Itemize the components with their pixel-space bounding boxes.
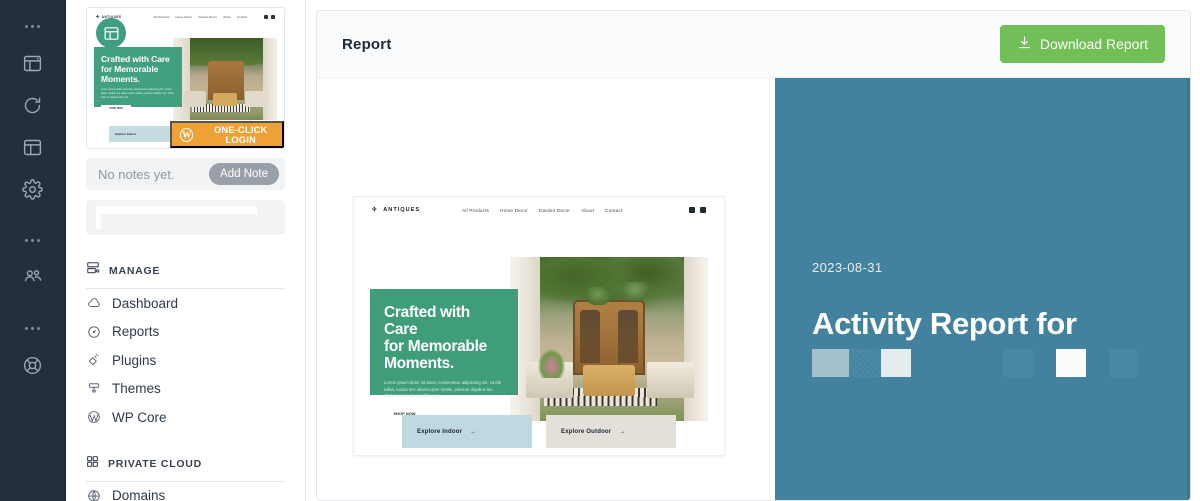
site-sidebar: ✣ ANTIQUES All Products Home Decor Garden… bbox=[66, 0, 306, 501]
thumb-nav-item: Garden Decor bbox=[198, 14, 218, 19]
thumb-nav-icons bbox=[264, 14, 275, 19]
wordpress-icon: W bbox=[180, 127, 194, 142]
globe-icon bbox=[86, 489, 101, 501]
sidebar-item-domains[interactable]: Domains bbox=[86, 482, 285, 501]
section-label-private-cloud: PRIVATE CLOUD bbox=[108, 457, 202, 470]
report-date: 2023-08-31 bbox=[812, 260, 883, 275]
screenshot-nav-links: All Products Home Decor Garden Decor Abo… bbox=[462, 208, 622, 213]
download-icon bbox=[1017, 35, 1032, 53]
notes-bar: No notes yet. Add Note bbox=[86, 158, 285, 190]
redacted-block bbox=[812, 349, 849, 377]
add-note-button[interactable]: Add Note bbox=[209, 163, 279, 185]
screenshot-paragraph: Lorem ipsum dolor sit amet, consectetur … bbox=[384, 380, 501, 399]
screenshot-nav-item: All Products bbox=[462, 207, 490, 213]
activity-report-cover: 2023-08-31 Activity Report for bbox=[775, 78, 1190, 500]
sidebar-item-reports[interactable]: Reports bbox=[86, 318, 285, 347]
report-title: Activity Report for bbox=[812, 306, 1077, 341]
redacted-block bbox=[881, 349, 911, 377]
notes-empty-text: No notes yet. bbox=[98, 166, 175, 182]
sidebar-item-label: Dashboard bbox=[112, 295, 179, 311]
screenshot-tile-indoor: Explore Indoor → bbox=[402, 415, 532, 448]
sync-icon[interactable] bbox=[11, 84, 55, 126]
grid-icon bbox=[86, 455, 99, 473]
sidebar-item-dashboard[interactable]: Dashboard bbox=[86, 289, 285, 318]
cloud-icon bbox=[86, 296, 101, 310]
report-redacted-name bbox=[812, 349, 1187, 377]
loading-placeholder bbox=[86, 200, 285, 235]
thumb-nav-item: Contact bbox=[236, 14, 248, 19]
thumb-paragraph: Lorem ipsum dolor sit amet, consectetur … bbox=[101, 88, 174, 99]
redacted-block bbox=[1109, 349, 1137, 377]
main-area: Report Download Report ✣ ANTIQUES All Pr… bbox=[306, 0, 1200, 501]
plug-icon bbox=[86, 353, 101, 367]
layout-icon[interactable] bbox=[11, 126, 55, 168]
rail-dots-bottom bbox=[0, 312, 65, 344]
gear-icon[interactable] bbox=[11, 168, 55, 210]
server-list-icon bbox=[86, 261, 100, 280]
screenshot-nav-item: About bbox=[581, 207, 595, 213]
page-title: Report bbox=[342, 35, 392, 53]
users-icon[interactable] bbox=[11, 256, 55, 298]
screenshot-hero: Crafted with Care for Memorable Moments.… bbox=[354, 223, 724, 421]
report-body: ✣ ANTIQUES All Products Home Decor Garde… bbox=[317, 78, 1190, 500]
thumb-nav-item: About bbox=[223, 14, 231, 19]
one-click-login-label: ONE-CLICK LOGIN bbox=[213, 124, 268, 145]
section-label-manage: MANAGE bbox=[109, 264, 161, 277]
screenshot-nav: ✣ ANTIQUES All Products Home Decor Garde… bbox=[354, 197, 724, 223]
sidebar-item-label: WP Core bbox=[112, 409, 167, 425]
screenshot-tile-outdoor: Explore Outdoor → bbox=[546, 415, 676, 448]
app-root: ✣ ANTIQUES All Products Home Decor Garden… bbox=[0, 0, 1200, 501]
thumb-nav-item: Home Decor bbox=[175, 14, 193, 19]
rail-dots-top bbox=[0, 10, 65, 42]
sidebar-item-label: Plugins bbox=[112, 352, 157, 368]
redacted-block bbox=[849, 349, 881, 377]
thumb-hero-photo bbox=[173, 38, 277, 120]
section-header-private-cloud: PRIVATE CLOUD bbox=[86, 455, 285, 482]
redacted-block bbox=[1003, 349, 1033, 377]
paint-roller-icon bbox=[86, 382, 101, 396]
screenshot-nav-item: Home Decor bbox=[500, 207, 528, 213]
thumb-hero-text: Crafted with Care for Memorable Moments.… bbox=[94, 47, 182, 112]
thumb-nav-links: All Products Home Decor Garden Decor Abo… bbox=[153, 15, 247, 19]
section-header-manage: MANAGE bbox=[86, 261, 285, 289]
screenshot-hero-photo bbox=[510, 257, 708, 421]
icon-rail bbox=[0, 0, 66, 501]
screenshot-hero-text: Crafted with Care for Memorable Moments.… bbox=[370, 289, 518, 419]
one-click-login-button[interactable]: W ONE-CLICK LOGIN bbox=[170, 121, 284, 148]
sidebar-item-plugins[interactable]: Plugins bbox=[86, 346, 285, 375]
sidebar-item-themes[interactable]: Themes bbox=[86, 375, 285, 404]
redacted-block bbox=[1056, 349, 1086, 377]
sidebar-item-wp-core[interactable]: WP Core bbox=[86, 403, 285, 432]
screenshot-nav-item: Garden Decor bbox=[538, 207, 571, 213]
report-toolbar: Report Download Report bbox=[317, 11, 1190, 78]
sidebar-item-label: Domains bbox=[112, 488, 166, 501]
sidebar-item-label: Themes bbox=[112, 381, 161, 397]
site-screenshot[interactable]: ✣ ANTIQUES All Products Home Decor Garde… bbox=[353, 196, 725, 456]
wordpress-icon bbox=[86, 410, 101, 424]
redacted-gap bbox=[1033, 349, 1056, 377]
thumb-cta: SHOP NOW bbox=[101, 105, 131, 112]
site-badge-layout-icon bbox=[96, 18, 126, 48]
screenshot-nav-item: Contact bbox=[605, 207, 623, 213]
thumb-nav-item: All Products bbox=[153, 14, 170, 19]
sites-icon[interactable] bbox=[11, 42, 55, 84]
download-report-button[interactable]: Download Report bbox=[999, 25, 1165, 63]
thumb-headline: Crafted with Care for Memorable Moments. bbox=[101, 54, 170, 84]
lifebuoy-icon[interactable] bbox=[11, 344, 55, 386]
rail-dots-mid bbox=[0, 224, 65, 256]
screenshot-tiles: Explore Indoor → Explore Outdoor → bbox=[354, 415, 724, 455]
site-preview-area: ✣ ANTIQUES All Products Home Decor Garde… bbox=[317, 78, 775, 500]
screenshot-cart-account-icons bbox=[689, 207, 706, 213]
report-panel: Report Download Report ✣ ANTIQUES All Pr… bbox=[316, 10, 1191, 501]
screenshot-headline: Crafted with Care for Memorable Moments. bbox=[384, 304, 487, 372]
screenshot-logo: ✣ ANTIQUES bbox=[372, 207, 421, 213]
redacted-gap bbox=[1086, 349, 1109, 377]
sidebar-item-label: Reports bbox=[112, 324, 160, 340]
gauge-icon bbox=[86, 325, 101, 339]
redacted-gap bbox=[911, 349, 1003, 377]
site-thumbnail-card[interactable]: ✣ ANTIQUES All Products Home Decor Garden… bbox=[86, 7, 285, 149]
download-report-label: Download Report bbox=[1039, 36, 1148, 52]
